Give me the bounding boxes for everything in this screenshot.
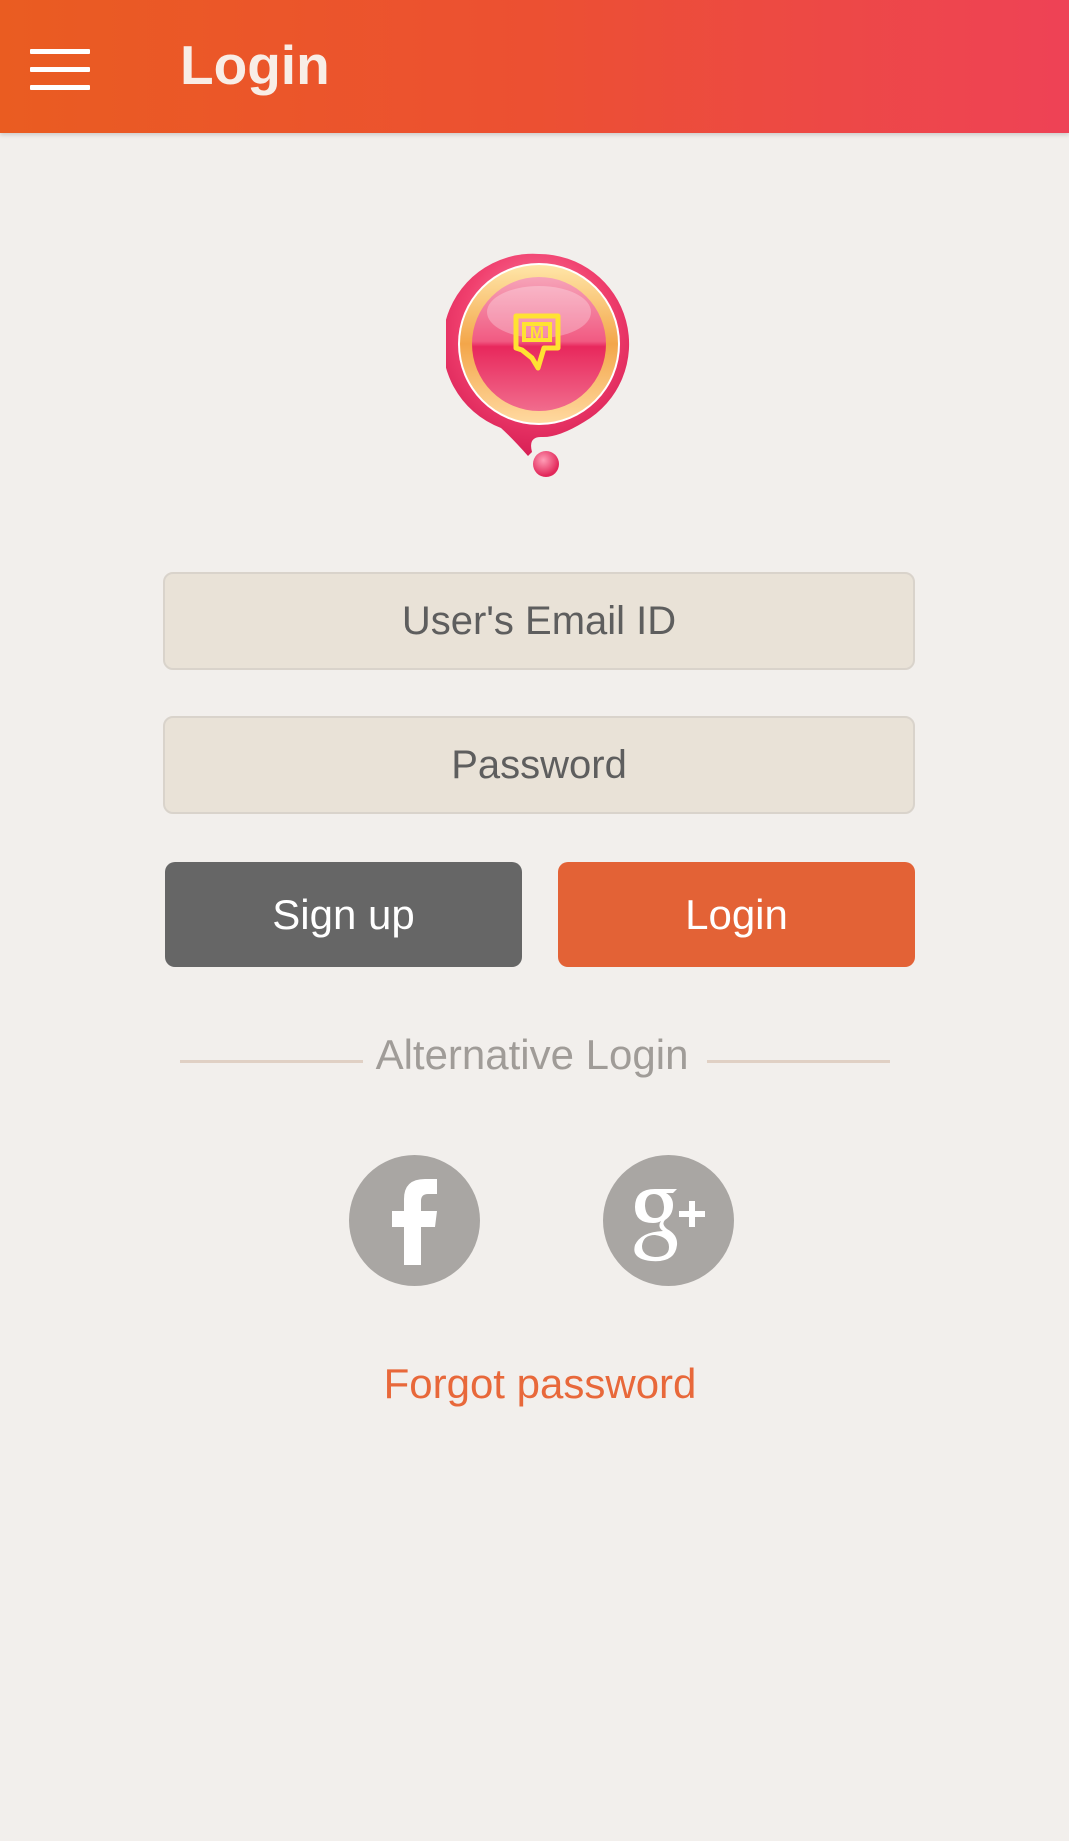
signup-button[interactable]: Sign up [165,862,522,967]
google-plus-icon [634,1189,705,1262]
menu-line [30,49,90,54]
app-bar: Login [0,0,1069,133]
divider-right [707,1060,890,1063]
alternative-login-label: Alternative Login [375,1031,689,1078]
map-pin-logo-icon: M [442,253,630,477]
forgot-password-link[interactable]: Forgot password [340,1356,740,1412]
email-field[interactable] [163,572,915,670]
menu-line [30,85,90,90]
facebook-icon [392,1179,437,1265]
app-logo: M [442,252,632,480]
page-title: Login [180,34,330,96]
password-field[interactable] [163,716,915,814]
hamburger-menu-icon[interactable] [22,38,98,100]
divider-left [180,1060,363,1063]
google-plus-login-button[interactable] [603,1155,734,1286]
menu-line [30,67,90,72]
facebook-login-button[interactable] [349,1155,480,1286]
login-button[interactable]: Login [558,862,915,967]
logo-letter: M [530,323,544,342]
